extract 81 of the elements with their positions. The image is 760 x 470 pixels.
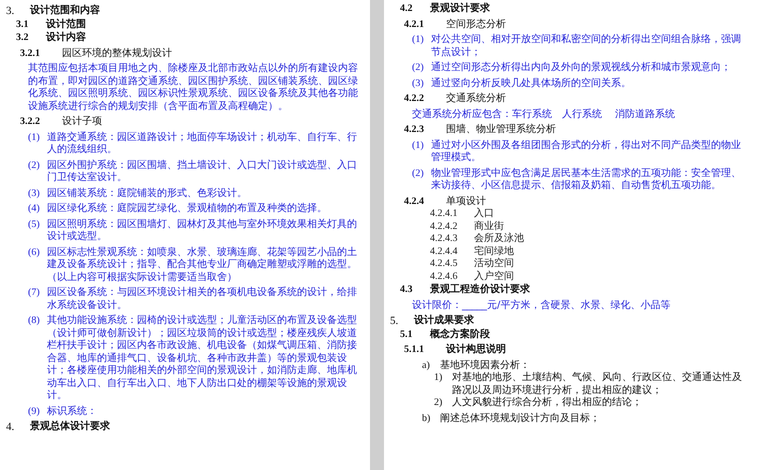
item-number: 1) — [434, 372, 444, 384]
heading-number: 4.2.2 — [404, 93, 425, 106]
list-item-text: 园区铺装系统：庭院铺装的形式、色彩设计。 — [47, 188, 247, 200]
heading-number: 4.2 — [400, 3, 414, 16]
list-item-text: 对公共空间、相对开放空间和私密空间的分析得出空间组合脉络，强调节点设计； — [431, 34, 742, 59]
item-number: a) — [422, 360, 431, 372]
list-item-text: 园区外围护系统：园区围墙、挡土墙设计、入口大门设计或选型、入口门卫传达室设计。 — [47, 160, 358, 184]
list-item-text: 基地环境因素分析： — [440, 360, 530, 372]
item-number: (3) — [28, 188, 41, 200]
heading: 设计构思说明 — [446, 344, 506, 356]
item-number: (4) — [28, 203, 41, 216]
heading: 概念方案阶段 — [430, 328, 490, 341]
heading: 活动空间 — [474, 258, 514, 270]
list-item-text: 对基地的地形、土壤结构、气候、风向、行政区位、交通通达性及路况以及周边环境进行分析，提出相应的建议； — [452, 372, 743, 396]
heading: 设计范围和内容 — [30, 5, 100, 18]
heading-number: 4.2.1 — [404, 18, 425, 31]
heading: 设计范围 — [46, 18, 86, 31]
heading-number: 4.2.4.5 — [430, 258, 458, 270]
heading-number: 3.2.2 — [20, 116, 41, 128]
list-item-text: 通过对小区外围及各组团围合形式的分析，得出对不同产品类型的物业管理模式。 — [431, 140, 742, 164]
list-item-text: 物业管理形式中应包含满足居民基本生活需求的五项功能：安全管理、来访接待、小区信息提示、信报箱及奶箱、自动售货机五项功能。 — [431, 168, 742, 192]
heading: 入口 — [474, 208, 494, 220]
heading: 交通系统分析 — [446, 93, 506, 106]
item-number: (2) — [28, 160, 41, 172]
list-item-text: 园区照明系统：园区围墙灯、园林灯及其他与室外环境效果相关灯具的设计或选型。 — [47, 218, 358, 244]
heading-number: 4.2.4.2 — [430, 220, 458, 233]
item-number: (6) — [28, 246, 41, 259]
heading: 单项设计 — [446, 196, 486, 208]
item-number: (2) — [412, 62, 425, 74]
item-number: (1) — [412, 140, 425, 152]
heading: 设计子项 — [62, 116, 102, 128]
item-number: (7) — [28, 287, 41, 300]
paragraph: 设计限价：_____元/平方米，含硬景、水景、绿化、小品等 — [412, 300, 670, 312]
heading-number: 4.2.4.6 — [430, 270, 458, 283]
heading-number: 4. — [6, 421, 16, 434]
heading-number: 3.2 — [16, 32, 30, 44]
heading-number: 5.1 — [400, 328, 414, 341]
heading: 入户空间 — [474, 270, 514, 283]
heading: 设计成果要求 — [414, 315, 474, 328]
heading: 会所及泳池 — [474, 233, 524, 246]
list-item-text: 人文风貌进行综合分析，得出相应的结论； — [452, 397, 642, 410]
heading: 景观工程造价设计要求 — [430, 284, 530, 296]
heading: 景观设计要求 — [430, 3, 490, 16]
heading-number: 5.1.1 — [404, 344, 425, 356]
heading: 围墙、物业管理系统分析 — [446, 124, 556, 136]
list-item-text: 园区设备系统：与园区环境设计相关的各项机电设备系统的设计，给排水系统设备设计。 — [47, 287, 358, 312]
heading-number: 4.2.4.4 — [430, 246, 458, 258]
heading-number: 4.3 — [400, 284, 414, 296]
heading: 宅间绿地 — [474, 246, 514, 258]
list-item-text: 标识系统： — [47, 406, 97, 418]
paragraph: 交通系统分析应包含：车行系统 人行系统 消防道路系统 — [412, 108, 676, 121]
list-item-text: 通过空间形态分析得出内向及外向的景观视线分析和城市景观意向； — [431, 62, 731, 74]
item-number: 2) — [434, 397, 444, 410]
heading-number: 4.2.4.1 — [430, 208, 458, 220]
heading-number: 4.2.3 — [404, 124, 425, 136]
heading-number: 4.2.4 — [404, 196, 425, 208]
heading: 园区环境的整体规划设计 — [62, 48, 172, 60]
list-item-text: 道路交通系统：园区道路设计；地面停车场设计；机动车、自行车、行人的流线组织。 — [47, 132, 358, 156]
heading: 设计内容 — [46, 32, 86, 44]
item-number: (1) — [28, 132, 41, 144]
heading-number: 3.1 — [16, 18, 30, 31]
item-number: (9) — [28, 406, 41, 418]
heading: 商业街 — [474, 220, 504, 232]
item-number: (8) — [28, 315, 41, 328]
paragraph: 其范围应包括本项目用地之内、除楼座及北部市政站点以外的所有建设内容的布置，即对园区的道路交通系统、园区围护系统、园区铺装系统、园区绿化系统、园区照明系统、园区标识性景观系统、园区设备系统及其他各功能设施系统进行综合的规划安排（含平面布置及高程确定）。 — [28, 63, 359, 113]
item-number: (3) — [412, 78, 425, 90]
list-item-text: 园区绿化系统：庭院园艺绿化、景观植物的布置及种类的选择。 — [47, 203, 327, 216]
item-number: b) — [422, 412, 432, 425]
heading: 空间形态分析 — [446, 18, 506, 31]
heading-number: 3. — [6, 5, 16, 18]
item-number: (5) — [28, 218, 41, 231]
list-item-text: 其他功能设施系统：园椅的设计或选型；儿童活动区的布置及设备选型（设计师可做创新设计）；园区垃圾筒的设计或选型；楼座残疾人坡道栏杆扶手设计；园区内各市政设施、机电设备（如煤气调压箱、消防接合器、地库的通排气口、设备机坑、各种市政井盖）等的景观包装设计；各楼座使用功能相关的外部空间的景观设计，如消防走廊、地库机动车出入口、自行车出入口、地下人防出口处的棚架等设施的景观设计。 — [47, 315, 358, 402]
item-number: (2) — [412, 168, 425, 180]
list-item-text: 园区标志性景观系统：如喷泉、水景、玻璃连廊、花架等园艺小品的土建及设备系统设计；指导、配合其他专业厂商确定雕塑或浮雕的选型。（以上内容可根据实际设计需要适当取舍） — [47, 246, 358, 284]
item-number: (1) — [412, 34, 425, 46]
heading-number: 3.2.1 — [20, 48, 41, 60]
heading: 景观总体设计要求 — [30, 421, 110, 434]
heading-number: 4.2.4.3 — [430, 233, 458, 246]
list-item-text: 通过竖向分析反映几处具体场所的空间关系。 — [431, 78, 631, 90]
heading-number: 5. — [390, 315, 400, 328]
list-item-text: 阐述总体环境规划设计方向及目标； — [440, 412, 600, 425]
